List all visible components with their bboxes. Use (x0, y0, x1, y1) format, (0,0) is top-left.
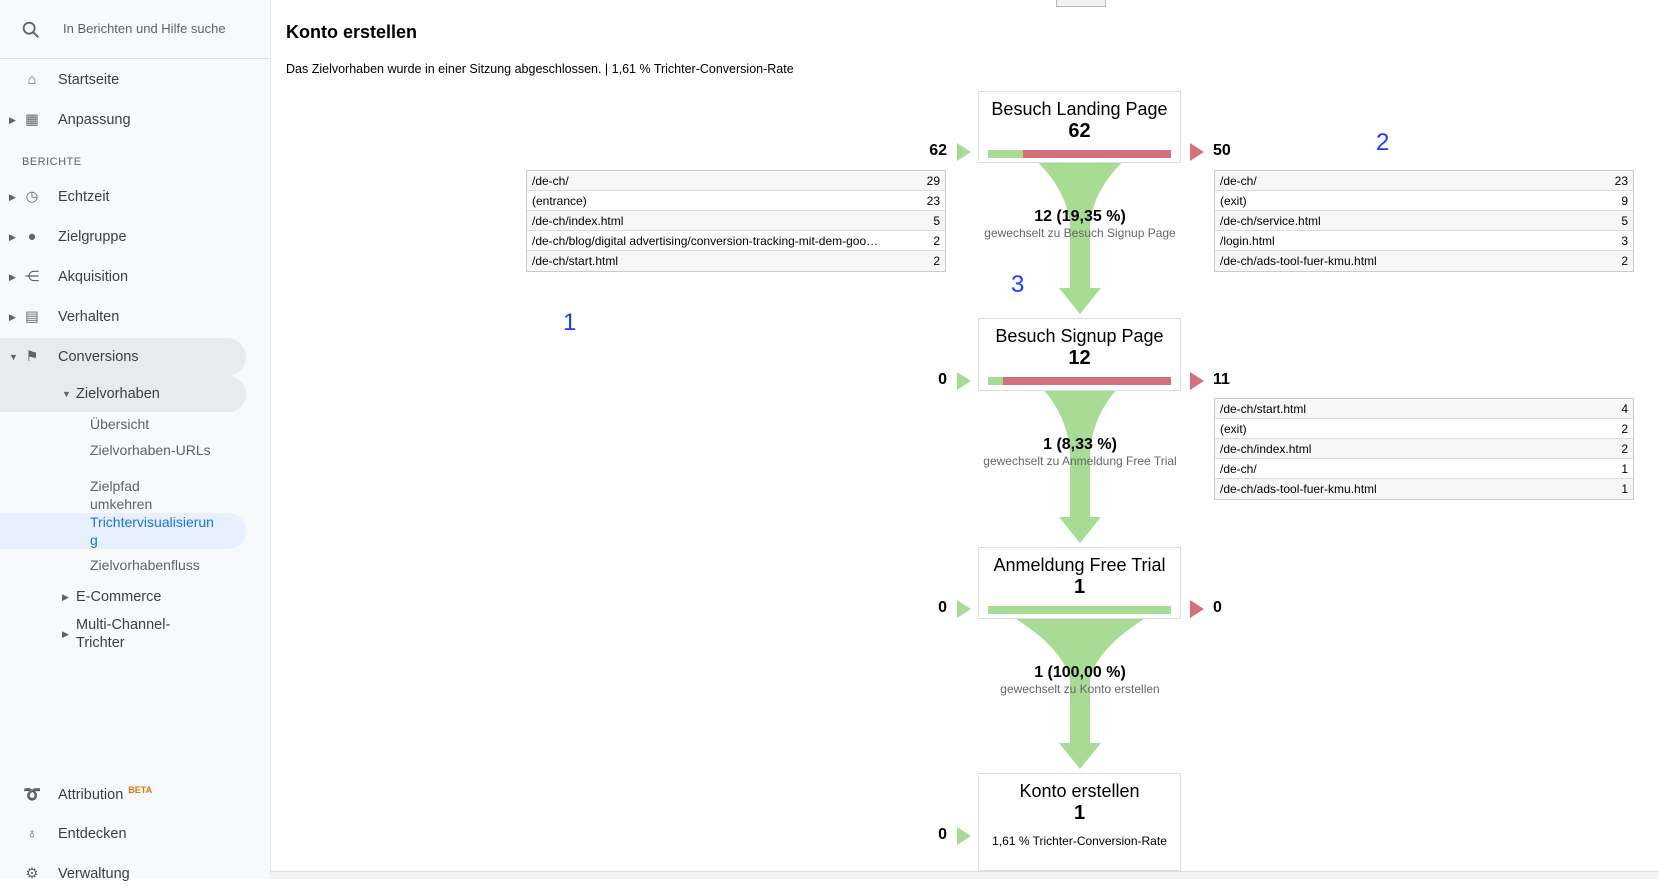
step-value: 12 (1068, 347, 1091, 369)
step-value: 62 (1068, 120, 1091, 142)
step-value: 1 (1073, 576, 1086, 598)
table-row[interactable]: (exit) 2 (1215, 419, 1633, 439)
entry-pages-table: /de-ch/29 (entrance) 23 /de-ch/index.html… (526, 170, 946, 272)
step-name: Besuch Signup Page (995, 326, 1164, 346)
step-name: Konto erstellen (1019, 781, 1140, 801)
entries-count: 0 (938, 599, 947, 616)
step-value: 1 (1073, 802, 1086, 824)
table-row[interactable]: /de-ch/service.html 5 (1215, 211, 1633, 231)
step-bar (988, 150, 1171, 158)
table-row[interactable]: (exit) 9 (1215, 191, 1633, 211)
exits-count: 0 (1213, 599, 1222, 616)
table-row[interactable]: /de-ch/index.html 5 (527, 211, 945, 231)
funnel-step-2: Besuch Signup Page 12 (978, 318, 1181, 391)
annotation-3: 3 (1011, 271, 1025, 298)
entry-arrow-icon (957, 827, 971, 845)
entry-arrow-icon (957, 600, 971, 618)
step-name: Besuch Landing Page (991, 99, 1168, 119)
conversion-rate: 1,61 % Trichter-Conversion-Rate (992, 834, 1167, 848)
conversion-label-3: 1 (100,00 %) gewechselt zu Konto erstelle… (1000, 664, 1160, 696)
table-row[interactable]: /de-ch/blog/digital advertising/conversi… (527, 231, 945, 251)
step-bar (988, 606, 1171, 614)
entry-arrow-icon (957, 143, 971, 161)
continued-fill (988, 150, 1024, 158)
table-row[interactable]: /de-ch/index.html 2 (1215, 439, 1633, 459)
table-row[interactable]: (entrance) 23 (527, 191, 945, 211)
entries-count: 0 (938, 826, 947, 843)
exit-arrow-icon (1190, 372, 1204, 390)
exit-fill (1003, 377, 1171, 385)
conversion-label-1: 12 (19,35 %) gewechselt zu Besuch Signup … (984, 208, 1176, 240)
exit-arrow-icon (1190, 600, 1204, 618)
funnel-step-1: Besuch Landing Page 62 (978, 91, 1181, 163)
footer-divider (271, 871, 1659, 879)
entry-arrow-icon (957, 372, 971, 390)
table-row[interactable]: /login.html 3 (1215, 231, 1633, 251)
table-row[interactable]: /de-ch/29 (527, 171, 945, 191)
exit-fill (1023, 150, 1171, 158)
table-row[interactable]: /de-ch/23 (1215, 171, 1633, 191)
table-row[interactable]: /de-ch/ads-tool-fuer-kmu.html 2 (1215, 251, 1633, 271)
table-row[interactable]: /de-ch/start.html 4 (1215, 399, 1633, 419)
exit-arrow-icon (1190, 143, 1204, 161)
table-row[interactable]: /de-ch/start.html 2 (527, 251, 945, 271)
entries-count: 62 (929, 142, 947, 159)
funnel-step-4: Konto erstellen 1 1,61 % Trichter-Conver… (978, 773, 1181, 871)
annotation-2: 2 (1376, 129, 1390, 156)
annotation-1: 1 (563, 309, 577, 336)
step-bar (988, 377, 1171, 385)
table-row[interactable]: /de-ch/ads-tool-fuer-kmu.html 1 (1215, 479, 1633, 499)
continued-fill (988, 606, 1171, 614)
table-row[interactable]: /de-ch/1 (1215, 459, 1633, 479)
continued-fill (988, 377, 1004, 385)
exits-count[interactable]: 50 (1213, 142, 1231, 160)
conversion-label-2: 1 (8,33 %) gewechselt zu Anmeldung Free T… (983, 436, 1177, 468)
exits-count[interactable]: 11 (1213, 371, 1230, 389)
exit-pages-table-1: /de-ch/23 (exit) 9 /de-ch/service.html 5 /… (1214, 170, 1634, 272)
funnel-step-3: Anmeldung Free Trial 1 (978, 547, 1181, 619)
entries-count: 0 (938, 371, 947, 388)
step-name: Anmeldung Free Trial (993, 555, 1166, 575)
exit-pages-table-2: /de-ch/start.html 4 (exit) 2 /de-ch/index.… (1214, 398, 1634, 500)
